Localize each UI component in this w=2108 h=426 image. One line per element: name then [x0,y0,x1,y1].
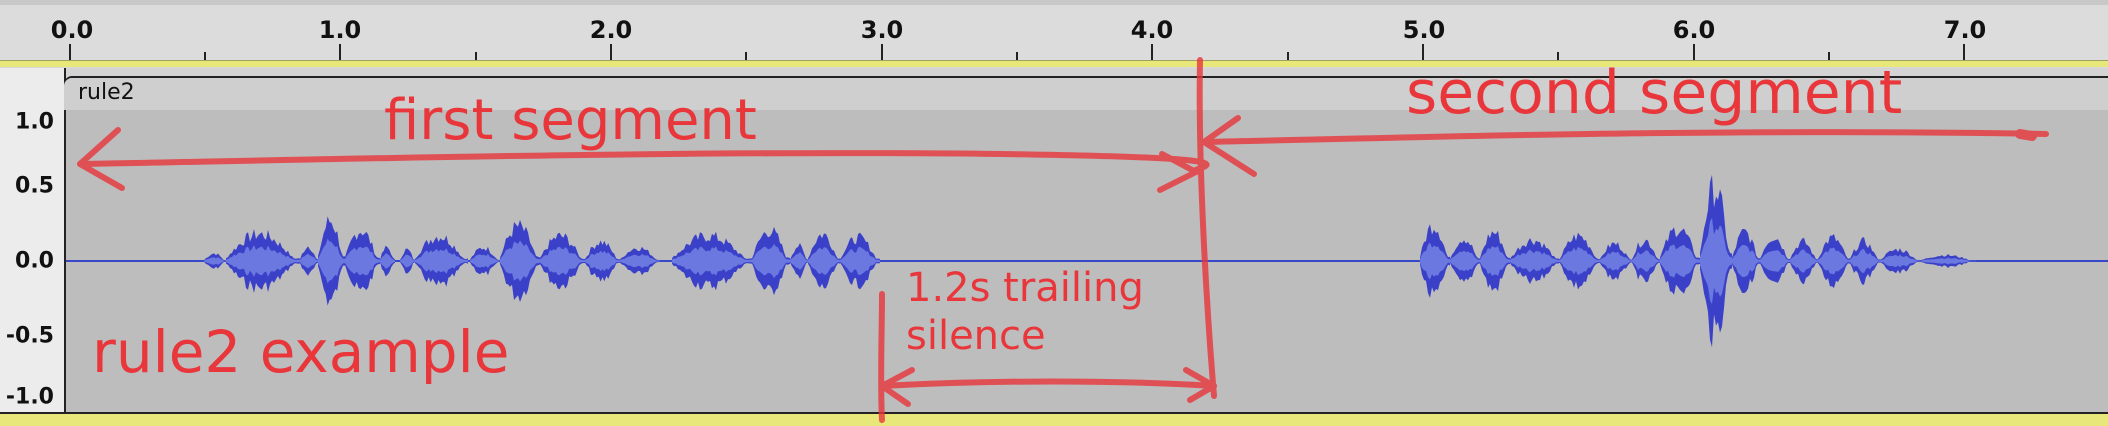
first-segment-arrow-line [77,150,1210,175]
first-segment-arrow-left-head [77,127,125,191]
annotation-second-segment: second segment [1406,58,1903,128]
silence-start-line [878,291,885,423]
annotation-trailing-silence: 1.2s trailing silence [906,264,1206,360]
silence-line-2: silence [906,313,1046,359]
silence-arrow-line [879,378,1217,389]
second-segment-arrow-line [1201,129,2049,145]
second-segment-arrow-head [1201,115,1257,177]
annotation-rule2-example: rule2 example [92,318,510,386]
silence-line-1: 1.2s trailing [906,265,1144,311]
annotation-first-segment: first segment [384,88,757,153]
second-segment-arrow-tail [2015,129,2037,141]
